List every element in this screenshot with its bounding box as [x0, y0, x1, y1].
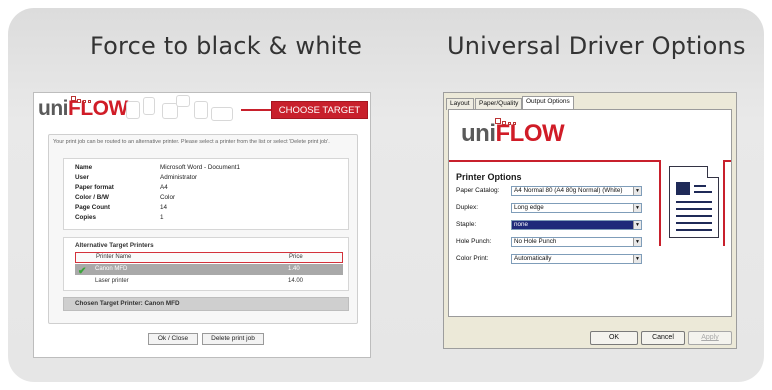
- alternative-printers: Alternative Target Printers Printer Name…: [63, 237, 349, 291]
- deco-window-1: [126, 101, 140, 119]
- job-info: Name Microsoft Word - Document1 User Adm…: [63, 158, 349, 230]
- info-value: 1: [160, 214, 164, 221]
- chevron-down-icon[interactable]: ▼: [633, 238, 641, 246]
- cancel-button[interactable]: Cancel: [641, 331, 685, 345]
- color-print-label: Color Print:: [456, 255, 489, 262]
- column-printer-name: Printer Name: [96, 254, 132, 260]
- chevron-down-icon[interactable]: ▼: [633, 221, 641, 229]
- printer-options-title: Printer Options: [456, 172, 522, 182]
- duplex-value: Long edge: [514, 204, 544, 211]
- alt-printers-header: Printer Name Price: [75, 252, 343, 263]
- info-value: A4: [160, 184, 168, 191]
- info-label: Page Count: [75, 204, 110, 211]
- document-preview: [659, 160, 725, 246]
- ok-button[interactable]: OK: [590, 331, 638, 345]
- paper-catalog-value: A4 Normal 80 (A4 80g Normal) (White): [514, 187, 623, 194]
- deco-window-6: [211, 107, 233, 121]
- info-value: Administrator: [160, 174, 198, 181]
- banner-connector: [241, 109, 271, 111]
- paper-catalog-label: Paper Catalog:: [456, 187, 500, 194]
- info-label: Paper format: [75, 184, 114, 191]
- deco-window-2: [143, 97, 155, 115]
- apply-button[interactable]: Apply: [688, 331, 732, 345]
- intro-text: Your print job can be routed to an alter…: [53, 139, 330, 145]
- info-label: Copies: [75, 214, 96, 221]
- left-section-title: Force to black & white: [90, 32, 363, 60]
- tab-output-options[interactable]: Output Options: [522, 96, 574, 110]
- info-label: User: [75, 174, 90, 181]
- hole-punch-select[interactable]: No Hole Punch ▼: [511, 237, 642, 247]
- printer-row-canon-mfd[interactable]: ✔ Canon MFD 1.40: [75, 264, 343, 277]
- staple-label: Staple:: [456, 221, 477, 228]
- document-icon: [669, 166, 719, 238]
- color-print-value: Automatically: [514, 255, 552, 262]
- printer-properties-dialog: Layout Paper/Quality Output Options uniF…: [443, 92, 737, 349]
- color-print-select[interactable]: Automatically ▼: [511, 254, 642, 264]
- info-value: 14: [160, 204, 168, 211]
- ok-close-button[interactable]: Ok / Close: [148, 333, 198, 345]
- chevron-down-icon[interactable]: ▼: [633, 255, 641, 263]
- hole-punch-value: No Hole Punch: [514, 238, 557, 245]
- info-value: Color: [160, 194, 176, 201]
- column-price: Price: [289, 254, 303, 260]
- info-value: Microsoft Word - Document1: [160, 164, 241, 171]
- uniflow-logo: uniFLOW: [38, 96, 128, 120]
- printer-price: 1.40: [288, 266, 300, 272]
- printer-row-laser-printer[interactable]: Laser printer 14.00: [75, 276, 343, 287]
- logo-strip: uniFLOW: [449, 110, 731, 160]
- printer-name: Laser printer: [95, 278, 129, 284]
- output-options-panel: uniFLOW Printer Options Paper Catalog: A…: [448, 109, 732, 317]
- uniflow-logo: uniFLOW: [461, 118, 565, 147]
- deco-window-5: [194, 101, 208, 119]
- hole-punch-label: Hole Punch:: [456, 238, 492, 245]
- delete-print-job-button[interactable]: Delete print job: [202, 333, 264, 345]
- staple-value: none: [514, 221, 529, 228]
- staple-select[interactable]: none ▼: [511, 220, 642, 230]
- deco-window-4: [176, 95, 190, 107]
- right-section-title: Universal Driver Options: [447, 32, 746, 60]
- choose-target-printer-screen: uniFLOW CHOOSE TARGET PRINTER Your print…: [33, 92, 371, 358]
- duplex-label: Duplex:: [456, 204, 479, 211]
- duplex-select[interactable]: Long edge ▼: [511, 203, 642, 213]
- chevron-down-icon[interactable]: ▼: [633, 204, 641, 212]
- paper-catalog-select[interactable]: A4 Normal 80 (A4 80g Normal) (White) ▼: [511, 186, 642, 196]
- alt-printers-title: Alternative Target Printers: [75, 242, 154, 249]
- chosen-target-printer: Chosen Target Printer: Canon MFD: [63, 297, 349, 311]
- info-label: Name: [75, 164, 93, 171]
- chevron-down-icon[interactable]: ▼: [633, 187, 641, 195]
- printer-name: Canon MFD: [95, 266, 128, 272]
- printer-price: 14.00: [288, 278, 304, 284]
- info-label: Color / B/W: [75, 194, 109, 201]
- choose-target-printer-banner: CHOOSE TARGET PRINTER: [271, 101, 368, 134]
- job-panel: Your print job can be routed to an alter…: [48, 134, 358, 324]
